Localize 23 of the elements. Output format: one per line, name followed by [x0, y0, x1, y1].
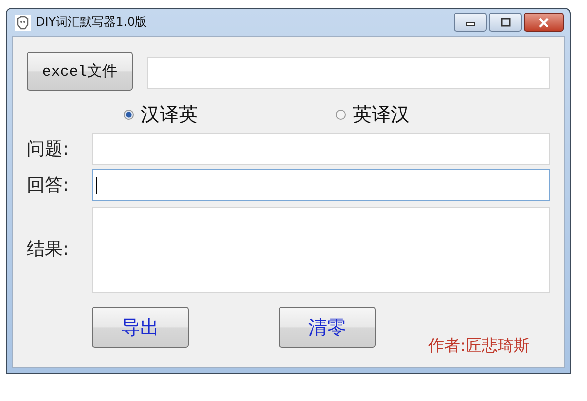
- field-label: 问题:: [27, 138, 70, 161]
- mode-label[interactable]: 汉译英: [141, 102, 198, 128]
- close-button[interactable]: [524, 13, 564, 32]
- maximize-button[interactable]: [489, 13, 522, 32]
- input-field[interactable]: [92, 133, 550, 165]
- radio-button[interactable]: [124, 110, 134, 120]
- text-cursor: [96, 177, 97, 194]
- radio-button[interactable]: [336, 110, 346, 120]
- app-icon: [15, 14, 31, 30]
- maximize-icon: [500, 18, 512, 28]
- mode-label[interactable]: 英译汉: [353, 102, 410, 128]
- close-icon: [538, 18, 550, 28]
- file-path-field[interactable]: [146, 56, 550, 88]
- result-area[interactable]: [92, 207, 550, 293]
- minimize-button[interactable]: [454, 13, 487, 32]
- field-label: 回答:: [27, 174, 70, 197]
- action-button[interactable]: 清零: [279, 307, 376, 348]
- excel-file-button[interactable]: excel文件: [27, 52, 133, 91]
- window-title: DIY词汇默写器1.0版: [36, 14, 148, 31]
- action-button[interactable]: 导出: [92, 307, 189, 348]
- author-credit: 作者:匠悲琦斯: [428, 336, 530, 357]
- field-label: 结果:: [27, 238, 70, 261]
- input-field[interactable]: [92, 169, 550, 201]
